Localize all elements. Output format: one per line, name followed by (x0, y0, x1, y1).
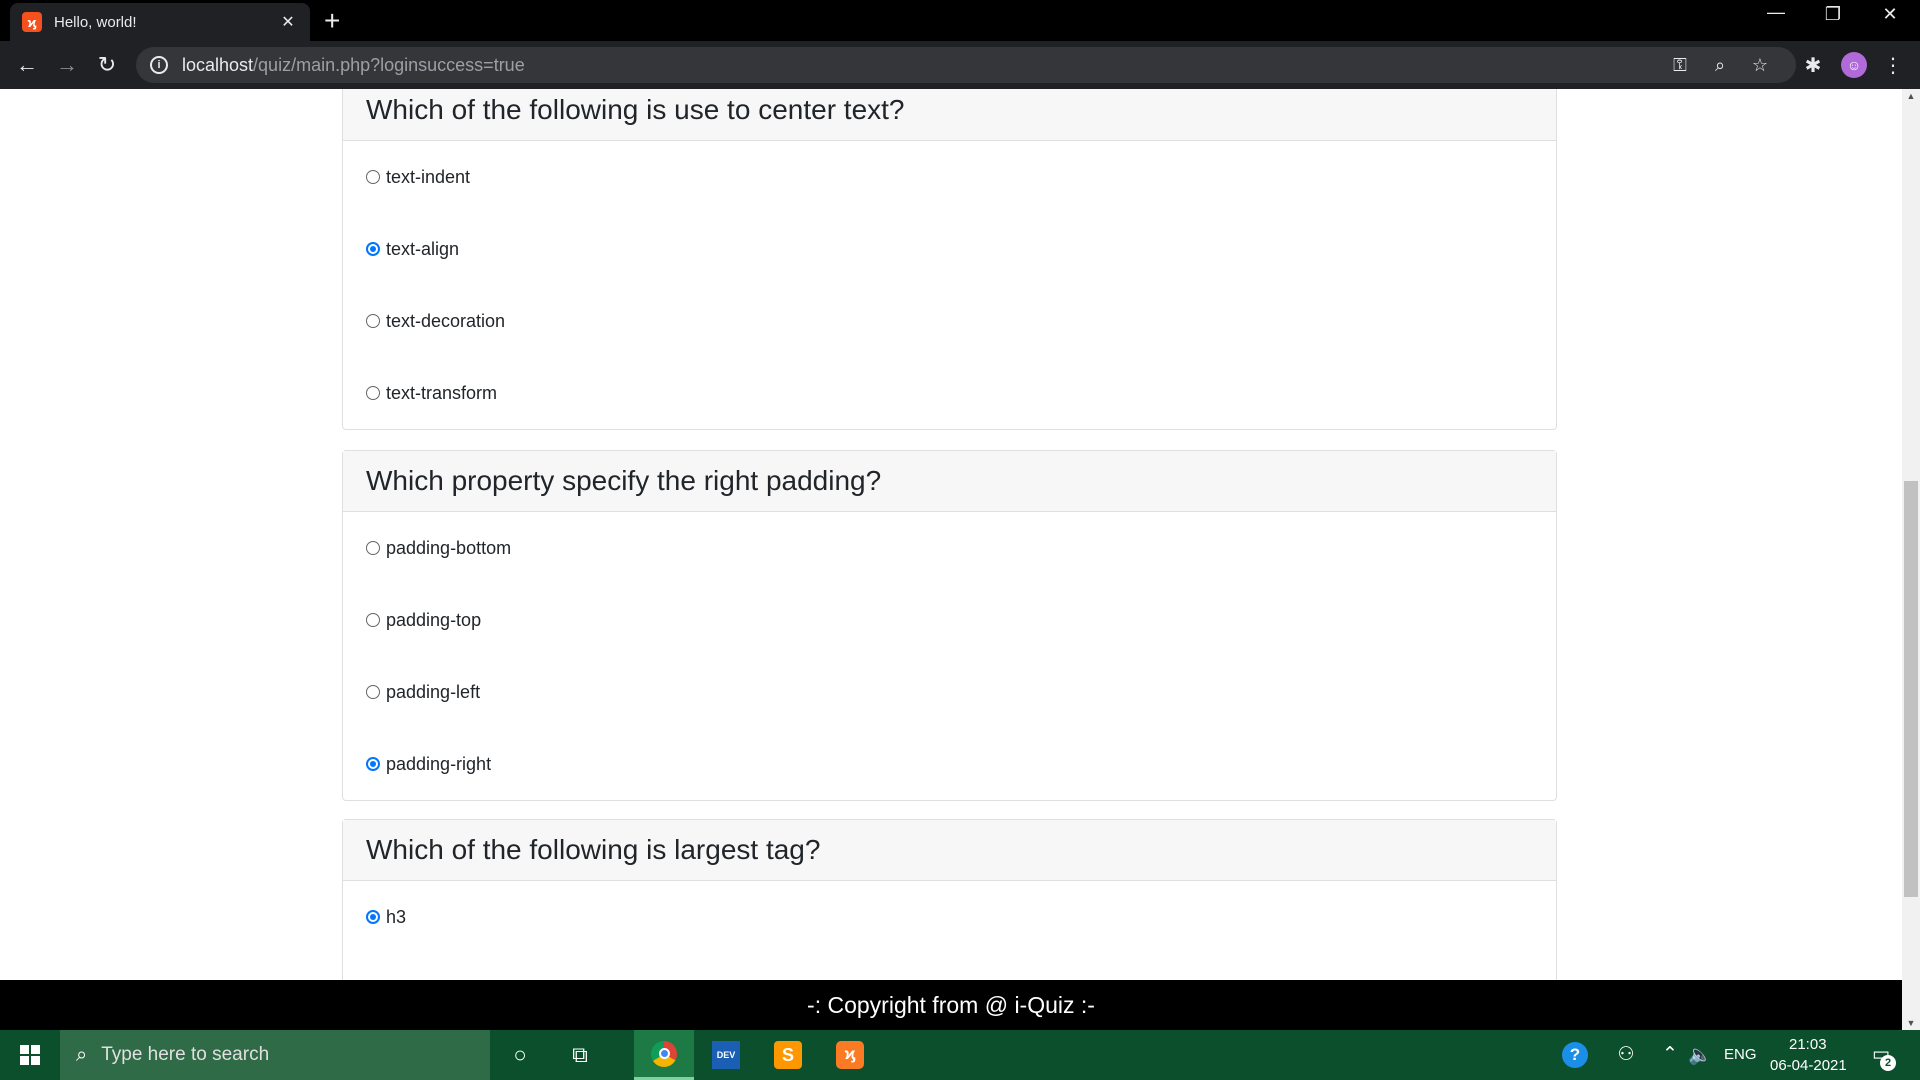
answer-option[interactable]: padding-right (343, 728, 1556, 800)
site-info-icon[interactable]: i (150, 56, 168, 74)
windows-logo-icon (20, 1045, 40, 1065)
question-title: Which of the following is largest tag? (366, 834, 821, 865)
question-header: Which of the following is use to center … (343, 89, 1556, 141)
address-bar[interactable]: i localhost/quiz/main.php?loginsuccess=t… (136, 47, 1796, 83)
radio-button[interactable] (366, 685, 380, 699)
xampp-taskbar-button[interactable]: ϗ (820, 1030, 880, 1080)
option-label: text-decoration (386, 310, 506, 331)
vertical-scrollbar[interactable]: ▲ ▼ (1902, 89, 1920, 1030)
reload-button[interactable]: ↻ (92, 50, 122, 80)
radio-button[interactable] (366, 170, 380, 184)
radio-button[interactable] (366, 386, 380, 400)
answer-option[interactable]: text-indent (343, 141, 1556, 213)
chrome-icon (651, 1040, 677, 1067)
sublime-taskbar-button[interactable]: S (758, 1030, 818, 1080)
chrome-taskbar-button[interactable] (634, 1030, 694, 1080)
minimize-button[interactable]: — (1756, 2, 1796, 23)
question-title: Which property specify the right padding… (366, 465, 882, 496)
answer-option[interactable]: text-decoration (343, 285, 1556, 357)
cortana-icon[interactable]: ○ (490, 1030, 550, 1080)
url-path: /quiz/main.php?loginsuccess=true (253, 54, 525, 75)
option-label: text-align (386, 238, 460, 259)
radio-button[interactable] (366, 314, 380, 328)
scrollbar-thumb[interactable] (1904, 481, 1918, 897)
forward-button[interactable]: → (52, 50, 82, 80)
question-card: Which property specify the right padding… (342, 450, 1557, 801)
new-tab-button[interactable]: + (324, 6, 340, 36)
question-title: Which of the following is use to center … (366, 94, 905, 125)
search-placeholder: Type here to search (101, 1044, 270, 1065)
question-header: Which of the following is largest tag? (343, 820, 1556, 881)
tab-title: Hello, world! (54, 13, 137, 31)
language-indicator[interactable]: ENG (1724, 1046, 1757, 1063)
search-icon: ⌕ (76, 1043, 88, 1066)
chevron-up-icon[interactable]: ⌃ (1660, 1043, 1680, 1066)
scroll-down-arrow-icon[interactable]: ▼ (1902, 1018, 1920, 1028)
answer-option[interactable]: padding-top (343, 584, 1556, 656)
option-label: text-transform (386, 382, 498, 403)
zoom-icon[interactable]: ⌕ (1708, 55, 1732, 76)
option-label: padding-left (386, 681, 481, 702)
windows-taskbar: ⌕ Type here to search ○ ⧉ DEV S ϗ ? ⚇ ⌃ … (0, 1030, 1920, 1080)
close-window-button[interactable]: ✕ (1870, 4, 1910, 25)
key-icon[interactable]: ⚿ (1668, 55, 1692, 76)
notification-count-badge: 2 (1880, 1055, 1896, 1071)
page-footer: -: Copyright from @ i-Quiz :- (0, 980, 1902, 1030)
bookmark-star-icon[interactable]: ☆ (1748, 55, 1772, 76)
radio-button-selected[interactable] (366, 242, 380, 256)
radio-button[interactable] (366, 541, 380, 555)
start-button[interactable] (0, 1030, 60, 1080)
url-host: localhost (182, 54, 254, 75)
volume-icon[interactable]: 🔈 (1688, 1043, 1712, 1067)
clock-time[interactable]: 21:03 (1789, 1036, 1827, 1053)
task-view-icon[interactable]: ⧉ (550, 1030, 610, 1080)
xampp-favicon-icon: ϗ (22, 12, 42, 32)
option-label: text-indent (386, 166, 471, 187)
question-header: Which property specify the right padding… (343, 451, 1556, 512)
profile-avatar[interactable]: ☺ (1841, 52, 1867, 78)
back-button[interactable]: ← (12, 50, 42, 80)
devcpp-taskbar-button[interactable]: DEV (696, 1030, 756, 1080)
question-card: Which of the following is use to center … (342, 89, 1557, 430)
radio-button-selected[interactable] (366, 910, 380, 924)
people-icon[interactable]: ⚇ (1614, 1043, 1638, 1066)
copyright-text: -: Copyright from @ i-Quiz :- (807, 991, 1095, 1018)
radio-button[interactable] (366, 613, 380, 627)
devcpp-icon: DEV (712, 1041, 740, 1069)
page-viewport: Which of the following is use to center … (0, 89, 1902, 980)
option-label: padding-right (386, 753, 492, 774)
extensions-puzzle-icon[interactable]: ✱ (1800, 53, 1826, 78)
scroll-up-arrow-icon[interactable]: ▲ (1902, 91, 1920, 101)
restore-button[interactable]: ❐ (1813, 4, 1853, 25)
answer-option[interactable]: h3 (343, 881, 1556, 953)
browser-tab[interactable]: ϗ Hello, world! ✕ (10, 3, 310, 41)
question-card: Which of the following is largest tag? h… (342, 819, 1557, 980)
answer-option[interactable]: padding-bottom (343, 512, 1556, 584)
clock-date[interactable]: 06-04-2021 (1770, 1057, 1847, 1074)
tab-close-icon[interactable]: ✕ (278, 12, 298, 32)
menu-kebab-icon[interactable]: ⋮ (1880, 53, 1906, 78)
browser-titlebar: ϗ Hello, world! ✕ + — ❐ ✕ (0, 0, 1920, 41)
option-label: padding-top (386, 609, 482, 630)
sublime-icon: S (774, 1041, 802, 1069)
option-label: h3 (386, 906, 407, 927)
option-label: padding-bottom (386, 537, 512, 558)
radio-button-selected[interactable] (366, 757, 380, 771)
answer-option[interactable]: padding-left (343, 656, 1556, 728)
answer-option[interactable]: text-align (343, 213, 1556, 285)
taskbar-search-box[interactable]: ⌕ Type here to search (60, 1030, 490, 1080)
browser-toolbar: ← → ↻ i localhost/quiz/main.php?loginsuc… (0, 41, 1920, 89)
answer-option[interactable]: text-transform (343, 357, 1556, 429)
help-icon[interactable]: ? (1562, 1042, 1588, 1068)
xampp-icon: ϗ (836, 1041, 864, 1069)
